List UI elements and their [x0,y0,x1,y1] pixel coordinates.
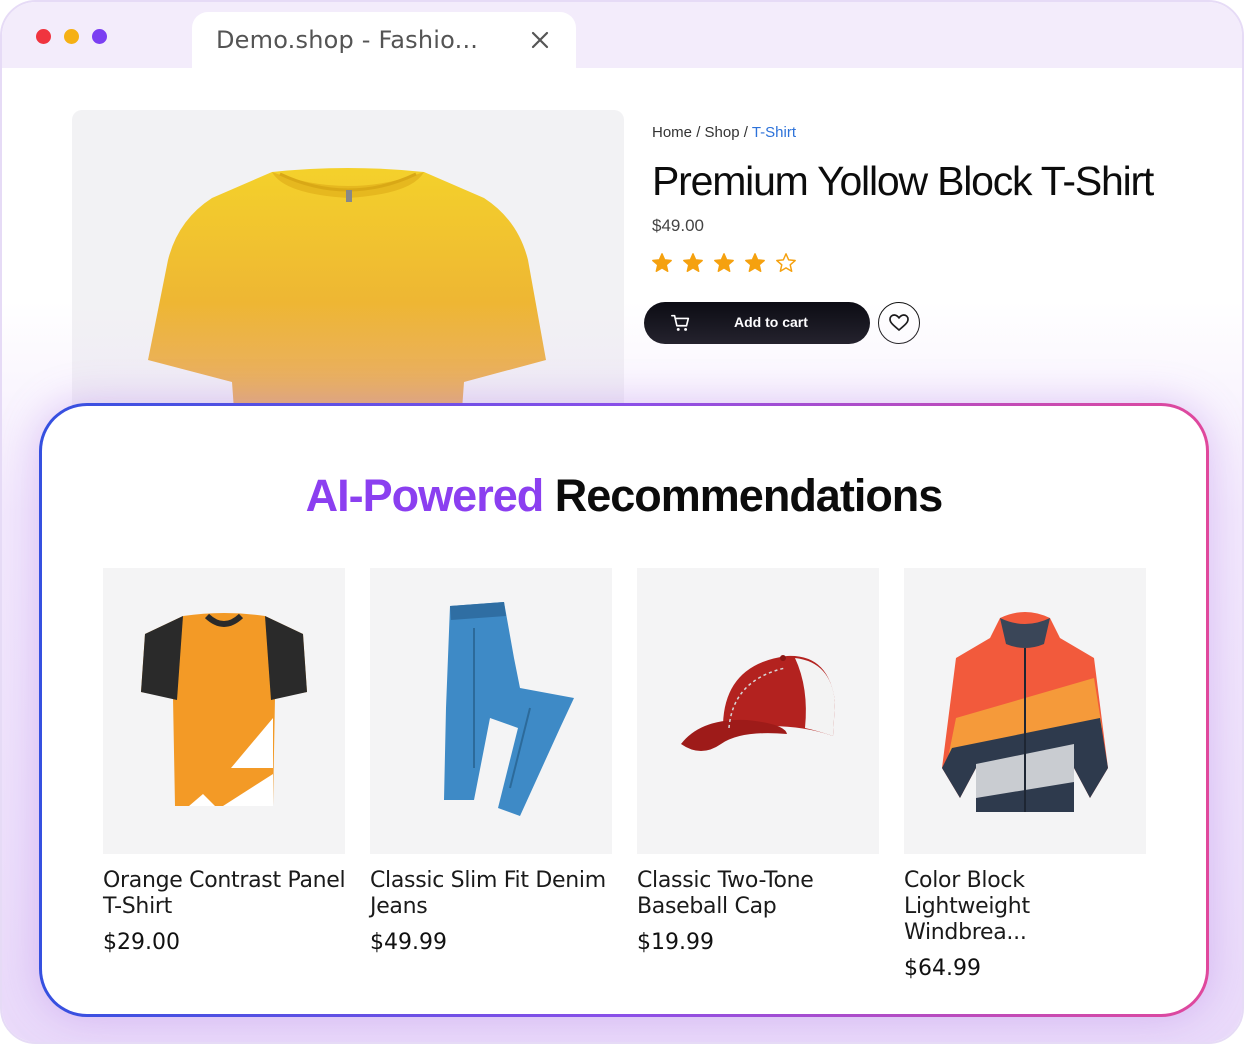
breadcrumb-current[interactable]: T-Shirt [752,124,796,141]
product-card-image[interactable] [637,568,879,854]
cart-icon [671,314,690,331]
breadcrumb-separator: / [743,124,748,141]
windbreaker-illustration [942,612,1108,812]
star-filled-icon [714,253,734,272]
breadcrumb-home[interactable]: Home [652,124,692,141]
product-card-price: $49.99 [370,930,447,955]
product-card-image[interactable] [904,568,1146,854]
recommendations-title-rest: Recommendations [554,470,944,521]
product-image [72,110,624,410]
denim-jeans-illustration [444,602,574,816]
product-card-name[interactable]: Orange Contrast Panel T-Shirt [103,868,353,920]
recommendations-content: AI-Powered Recommendations Orange Contra… [42,406,1206,1014]
product-price: $49.00 [652,216,704,235]
product-card[interactable]: Classic Slim Fit Denim Jeans $49.99 [370,568,612,955]
star-filled-icon [683,253,703,272]
minimize-window-dot[interactable] [64,29,79,44]
star-filled-icon [745,253,765,272]
product-title: Premium Yollow Block T-Shirt [652,158,1154,204]
add-to-cart-label: Add to cart [734,314,808,330]
breadcrumb-separator: / [696,124,701,141]
close-window-dot[interactable] [36,29,51,44]
product-card[interactable]: Orange Contrast Panel T-Shirt $29.00 [103,568,346,955]
product-card-price: $29.00 [103,930,180,955]
product-card-name[interactable]: Classic Slim Fit Denim Jeans [370,868,620,920]
product-card-name[interactable]: Color Block Lightweight Windbrea... [904,868,1154,946]
close-icon[interactable] [528,28,552,52]
product-card-image[interactable] [103,568,345,854]
rating-stars [651,252,797,274]
star-empty-icon [776,253,796,272]
add-to-cart-button[interactable]: Add to cart [644,302,870,344]
breadcrumb-shop[interactable]: Shop [705,124,740,141]
baseball-cap-illustration [681,655,835,751]
breadcrumb: Home / Shop / T-Shirt [652,124,796,141]
browser-tab[interactable]: Demo.shop - Fashio... [192,12,576,70]
recommendations-title: AI-Powered Recommendations [42,470,1206,522]
orange-tshirt-illustration [141,613,307,806]
product-card-image[interactable] [370,568,612,854]
product-card[interactable]: Classic Two-Tone Baseball Cap $19.99 [637,568,879,955]
recommendations-title-accent: AI-Powered [305,470,545,521]
maximize-window-dot[interactable] [92,29,107,44]
product-card-price: $19.99 [637,930,714,955]
browser-titlebar: Demo.shop - Fashio... [2,2,1242,70]
star-filled-icon [652,253,672,272]
product-card-name[interactable]: Classic Two-Tone Baseball Cap [637,868,887,920]
wishlist-button[interactable] [878,302,920,344]
product-card-price: $64.99 [904,956,981,981]
recommendations-panel: AI-Powered Recommendations Orange Contra… [39,403,1209,1017]
heart-icon [889,314,909,332]
yellow-tshirt-illustration [148,168,546,410]
browser-window: Demo.shop - Fashio... Home / Shop / T-Sh… [0,0,1244,1044]
product-card[interactable]: Color Block Lightweight Windbrea... $64.… [904,568,1146,981]
tab-title: Demo.shop - Fashio... [216,26,479,54]
